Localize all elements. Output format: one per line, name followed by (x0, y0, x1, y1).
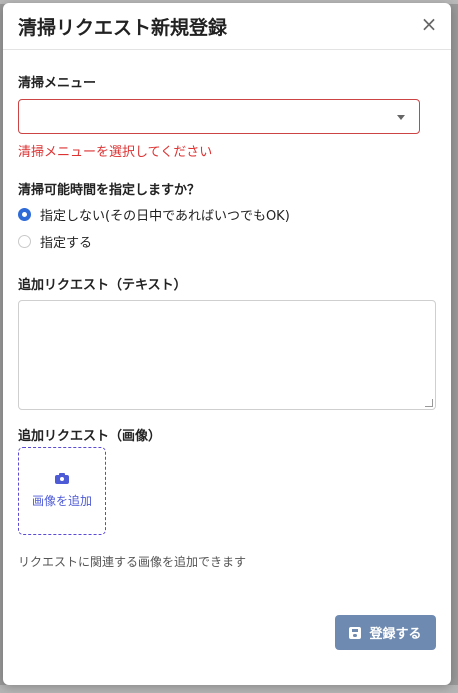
close-button[interactable]: × (419, 14, 439, 34)
submit-label: 登録する (369, 627, 422, 642)
submit-button[interactable]: 登録する (335, 615, 436, 650)
time-option-specify[interactable]: 指定する (18, 232, 93, 251)
text-request-textarea[interactable] (18, 300, 436, 410)
text-request-label: 追加リクエスト（テキスト） (18, 278, 187, 293)
menu-error-message: 清掃メニューを選択してください (18, 145, 213, 160)
add-image-button[interactable]: 画像を追加 (18, 447, 106, 535)
menu-label: 清掃メニュー (18, 76, 97, 91)
add-image-label: 画像を追加 (31, 494, 92, 508)
time-option-label: 指定する (40, 235, 93, 251)
camera-icon (55, 473, 69, 484)
modal-header: 清掃リクエスト新規登録 × (3, 3, 451, 50)
resize-handle-icon[interactable] (425, 399, 433, 407)
save-icon (349, 626, 362, 639)
time-label: 清掃可能時間を指定しますか？ (18, 183, 201, 198)
radio-checked-icon[interactable] (18, 207, 31, 221)
close-icon: × (420, 12, 438, 36)
time-option-unspecified[interactable]: 指定しない(その日中であればいつでもOK) (18, 205, 290, 224)
image-help-text: リクエストに関連する画像を追加できます (18, 555, 247, 569)
modal-title: 清掃リクエスト新規登録 (18, 17, 228, 39)
cleaning-menu-select[interactable] (18, 99, 420, 134)
chevron-down-icon (397, 115, 405, 120)
radio-unchecked-icon[interactable] (18, 234, 31, 248)
image-request-label: 追加リクエスト（画像） (18, 429, 162, 444)
create-request-modal: 清掃リクエスト新規登録 × 清掃メニュー 清掃メニューを選択してください 清掃可… (3, 3, 451, 685)
background-strip (0, 685, 458, 693)
time-option-label: 指定しない(その日中であればいつでもOK) (40, 208, 290, 224)
